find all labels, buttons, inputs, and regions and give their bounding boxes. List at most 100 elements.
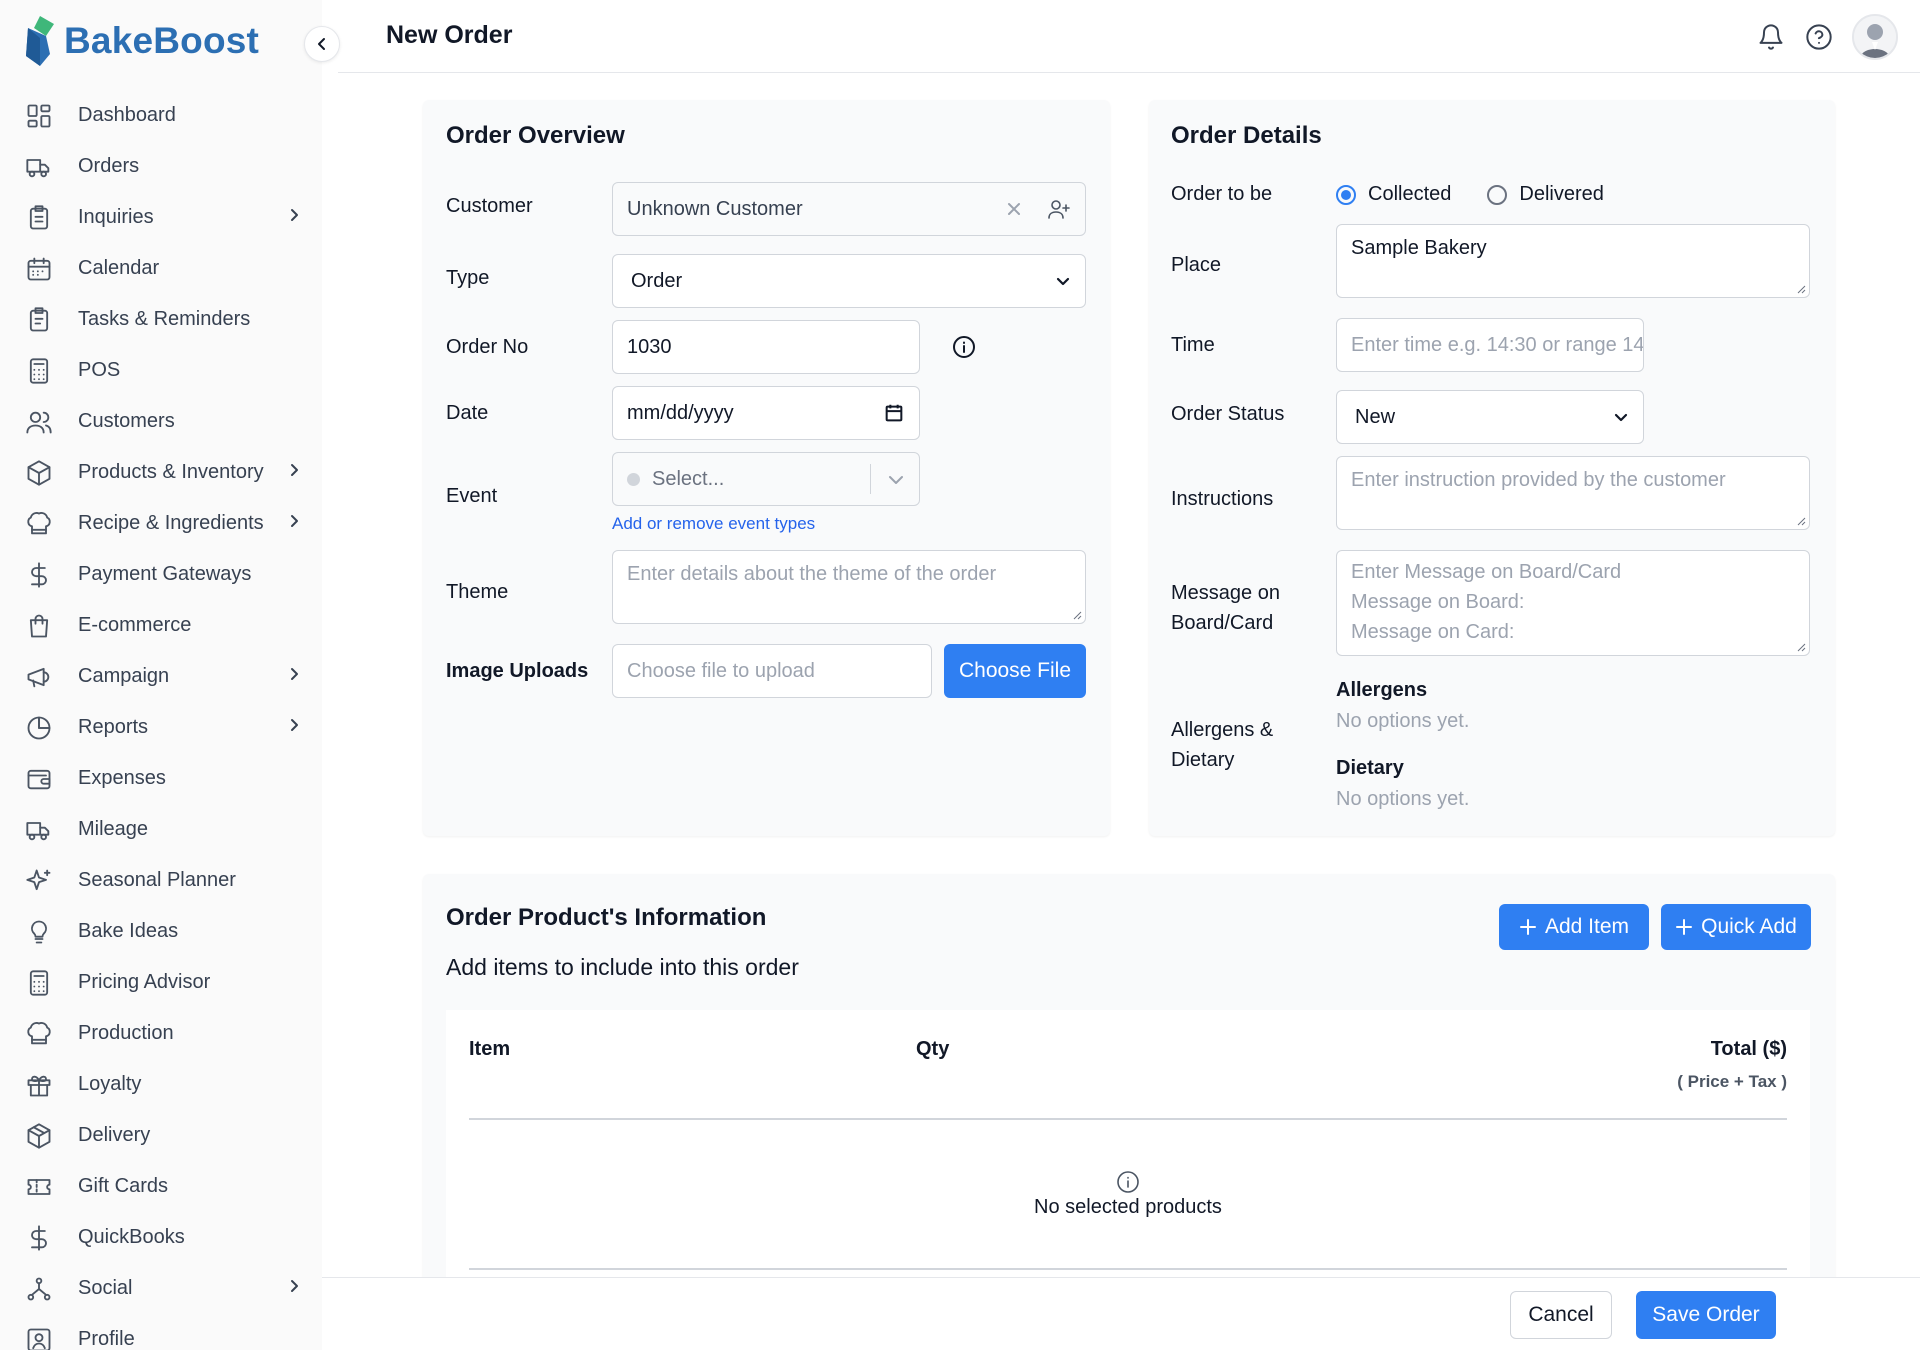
calculator-icon — [24, 356, 54, 386]
order-to-be-radio-group: Collected Delivered — [1336, 183, 1604, 206]
sidebar-item-recipe-ingredients[interactable]: Recipe & Ingredients — [0, 498, 322, 549]
brand-logo[interactable]: BakeBoost — [24, 16, 259, 66]
shopping-bag-icon — [24, 611, 54, 641]
bell-icon[interactable] — [1756, 22, 1786, 52]
order-products-title: Order Product's Information — [446, 904, 767, 931]
message-textarea[interactable]: Enter Message on Board/Card Message on B… — [1336, 550, 1810, 656]
sidebar-item-tasks-reminders[interactable]: Tasks & Reminders — [0, 294, 322, 345]
sidebar-item-seasonal-planner[interactable]: Seasonal Planner — [0, 855, 322, 906]
sidebar-item-label: Profile — [78, 1328, 135, 1350]
order-overview-title: Order Overview — [446, 122, 625, 149]
sidebar-item-products-inventory[interactable]: Products & Inventory — [0, 447, 322, 498]
brand-name: BakeBoost — [64, 20, 260, 61]
sidebar-item-customers[interactable]: Customers — [0, 396, 322, 447]
sidebar-item-calendar[interactable]: Calendar — [0, 243, 322, 294]
instructions-textarea[interactable]: Enter instruction provided by the custom… — [1336, 456, 1810, 530]
sidebar-item-loyalty[interactable]: Loyalty — [0, 1059, 322, 1110]
column-qty: Qty — [916, 1038, 950, 1060]
sidebar-item-gift-cards[interactable]: Gift Cards — [0, 1161, 322, 1212]
message-placeholder-1: Enter Message on Board/Card — [1351, 561, 1622, 583]
page-title: New Order — [386, 21, 513, 49]
event-dot-icon — [627, 472, 640, 486]
quick-add-button[interactable]: Quick Add — [1661, 904, 1811, 950]
plus-icon — [1519, 919, 1536, 935]
sidebar-item-delivery[interactable]: Delivery — [0, 1110, 322, 1161]
top-header: New Order — [338, 0, 1920, 73]
column-total: Total ($) — [1710, 1038, 1787, 1060]
type-select[interactable]: Order — [612, 254, 1086, 308]
order-status-value: New — [1355, 405, 1396, 428]
user-avatar[interactable] — [1852, 14, 1898, 60]
resize-handle-icon[interactable] — [1072, 610, 1082, 620]
sidebar-item-label: Campaign — [78, 665, 170, 687]
delivered-label[interactable]: Delivered — [1519, 183, 1603, 206]
wallet-icon — [24, 764, 54, 794]
sidebar-item-label: Production — [78, 1022, 174, 1044]
sidebar-item-label: Pricing Advisor — [78, 971, 211, 993]
sidebar-item-label: Payment Gateways — [78, 563, 252, 585]
order-no-input[interactable]: 1030 — [612, 320, 920, 374]
sidebar: BakeBoost Dashboard Orders Inquiries Calend… — [0, 0, 322, 1350]
order-details-card: Order Details Order to be Collected Deli… — [1149, 100, 1835, 836]
sidebar-item-pricing-advisor[interactable]: Pricing Advisor — [0, 957, 322, 1008]
order-status-select[interactable]: New — [1336, 390, 1644, 444]
sidebar-item-orders[interactable]: Orders — [0, 141, 322, 192]
instructions-placeholder: Enter instruction provided by the custom… — [1351, 469, 1726, 491]
sidebar-item-inquiries[interactable]: Inquiries — [0, 192, 322, 243]
sidebar-item-payment-gateways[interactable]: Payment Gateways — [0, 549, 322, 600]
resize-handle-icon[interactable] — [1796, 642, 1806, 652]
choose-file-button[interactable]: Choose File — [944, 644, 1086, 698]
pie-chart-icon — [24, 713, 54, 743]
order-details-title: Order Details — [1171, 122, 1322, 149]
time-placeholder: Enter time e.g. 14:30 or range 14 — [1351, 333, 1644, 356]
sidebar-item-label: QuickBooks — [78, 1226, 185, 1248]
sidebar-item-quickbooks[interactable]: QuickBooks — [0, 1212, 322, 1263]
dollar-icon — [24, 560, 54, 590]
event-placeholder: Select... — [652, 467, 725, 490]
add-user-icon[interactable] — [1047, 197, 1071, 221]
cancel-button[interactable]: Cancel — [1510, 1291, 1612, 1339]
collected-label[interactable]: Collected — [1368, 183, 1451, 206]
sidebar-item-bake-ideas[interactable]: Bake Ideas — [0, 906, 322, 957]
allergens-heading: Allergens — [1336, 679, 1428, 701]
theme-textarea[interactable]: Enter details about the theme of the ord… — [612, 550, 1086, 624]
help-icon[interactable] — [1804, 22, 1834, 52]
sidebar-item-expenses[interactable]: Expenses — [0, 753, 322, 804]
add-item-button[interactable]: Add Item — [1499, 904, 1649, 950]
chevron-right-icon — [286, 1277, 302, 1300]
sidebar-item-e-commerce[interactable]: E-commerce — [0, 600, 322, 651]
customer-field[interactable]: Unknown Customer — [612, 182, 1086, 236]
event-select[interactable]: Select... — [612, 452, 920, 506]
table-header-divider — [469, 1118, 1787, 1120]
sidebar-item-profile[interactable]: Profile — [0, 1314, 322, 1350]
date-input[interactable]: mm/dd/yyyy — [612, 386, 920, 440]
sidebar-item-production[interactable]: Production — [0, 1008, 322, 1059]
time-input[interactable]: Enter time e.g. 14:30 or range 14 — [1336, 318, 1644, 372]
event-types-link[interactable]: Add or remove event types — [612, 514, 815, 534]
sidebar-item-mileage[interactable]: Mileage — [0, 804, 322, 855]
sidebar-item-pos[interactable]: POS — [0, 345, 322, 396]
sidebar-item-campaign[interactable]: Campaign — [0, 651, 322, 702]
resize-handle-icon[interactable] — [1796, 516, 1806, 526]
allergens-dietary-label: Allergens & Dietary — [1171, 719, 1274, 771]
collected-radio[interactable] — [1336, 184, 1356, 205]
lightbulb-icon — [24, 917, 54, 947]
calendar-picker-icon[interactable] — [883, 402, 905, 424]
sidebar-item-social[interactable]: Social — [0, 1263, 322, 1314]
sidebar-item-reports[interactable]: Reports — [0, 702, 322, 753]
collapse-sidebar-button[interactable] — [304, 26, 340, 62]
empty-products-message: No selected products — [1034, 1196, 1222, 1218]
resize-handle-icon[interactable] — [1796, 284, 1806, 294]
place-textarea[interactable]: Sample Bakery — [1336, 224, 1810, 298]
message-placeholder-3: Message on Card: — [1351, 621, 1515, 643]
order-no-label: Order No — [446, 336, 529, 358]
info-icon[interactable] — [952, 335, 976, 359]
save-order-button[interactable]: Save Order — [1636, 1291, 1776, 1339]
customer-label: Customer — [446, 195, 533, 217]
sidebar-item-dashboard[interactable]: Dashboard — [0, 90, 322, 141]
file-upload-input[interactable]: Choose file to upload — [612, 644, 932, 698]
clear-icon[interactable] — [1005, 200, 1023, 218]
plus-icon — [1676, 919, 1693, 935]
theme-placeholder: Enter details about the theme of the ord… — [627, 563, 997, 585]
delivered-radio[interactable] — [1487, 184, 1508, 205]
